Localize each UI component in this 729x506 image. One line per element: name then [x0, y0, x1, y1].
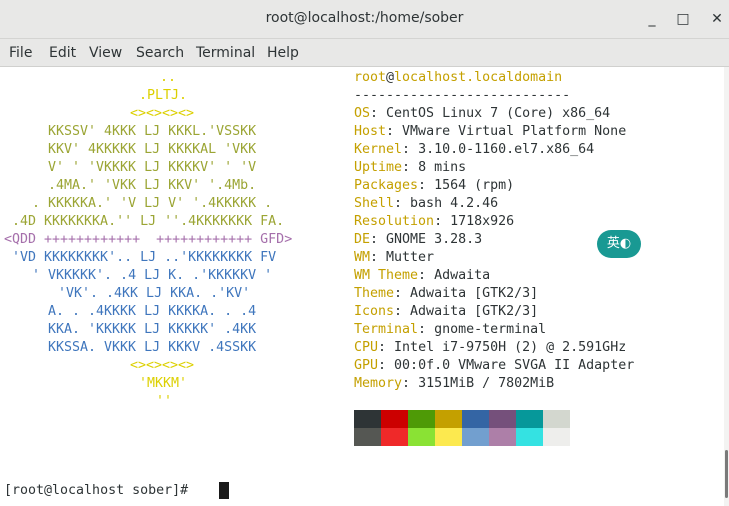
- palette-swatch: [489, 428, 516, 446]
- title-bar: root@localhost:/home/sober _ □ ✕: [0, 0, 729, 39]
- info-shell: Shell: bash 4.2.46: [354, 196, 499, 211]
- menu-search[interactable]: Search: [136, 45, 184, 61]
- logo-line: 'MKKM': [139, 376, 188, 391]
- info-gpu: GPU: 00:0f.0 VMware SVGA II Adapter: [354, 358, 635, 373]
- palette-swatch: [516, 428, 543, 446]
- logo-line: <><><><>: [130, 358, 195, 373]
- scrollbar[interactable]: [724, 67, 729, 506]
- shell-prompt: [root@localhost sober]#: [4, 483, 197, 498]
- palette-swatch: [354, 428, 381, 446]
- info-memory: Memory: 3151MiB / 7802MiB: [354, 376, 555, 391]
- info-wm: WM: Mutter: [354, 250, 435, 265]
- close-button[interactable]: ✕: [707, 9, 727, 29]
- logo-line: KKV' 4KKKKK LJ KKKKAL 'VKK: [48, 142, 257, 157]
- palette-swatch: [408, 428, 435, 446]
- logo-line: KKSSA. VKKK LJ KKKV .4SSKK: [48, 340, 257, 355]
- user-name: root: [354, 70, 387, 85]
- palette-swatch: [543, 428, 570, 446]
- info-packages: Packages: 1564 (rpm): [354, 178, 515, 193]
- logo-line: <QDD ++++++++++++ ++++++++++++ GFD>: [4, 232, 293, 247]
- info-icons: Icons: Adwaita [GTK2/3]: [354, 304, 539, 319]
- logo-line: . KKKKKA.' 'V LJ V' '.4KKKKK .: [32, 196, 273, 211]
- logo-line: ' VKKKKK'. .4 LJ K. .'KKKKKV ': [32, 268, 273, 283]
- logo-line: ..: [160, 70, 177, 85]
- palette-swatch: [381, 410, 408, 428]
- user-host-line: root@localhost.localdomain: [354, 69, 562, 87]
- palette-swatch: [462, 428, 489, 446]
- minimize-button[interactable]: _: [642, 9, 662, 29]
- menu-help[interactable]: Help: [267, 45, 299, 61]
- logo-line: V' ' 'VKKKK LJ KKKKV' ' 'V: [48, 160, 257, 175]
- info-terminal: Terminal: gnome-terminal: [354, 322, 547, 337]
- window-title: root@localhost:/home/sober: [265, 10, 464, 26]
- info-os: OS: CentOS Linux 7 (Core) x86_64: [354, 106, 611, 121]
- separator-line: ---------------------------: [354, 88, 571, 103]
- logo-line: 'VD KKKKKKKK'.. LJ ..'KKKKKKKK FV: [12, 250, 277, 265]
- maximize-button[interactable]: □: [673, 9, 693, 29]
- palette-swatch: [435, 410, 462, 428]
- menu-edit[interactable]: Edit: [49, 45, 76, 61]
- info-de: DE: GNOME 3.28.3: [354, 232, 483, 247]
- palette-swatch: [516, 410, 543, 428]
- info-host: Host: VMware Virtual Platform None: [354, 124, 627, 139]
- text-cursor: [219, 482, 229, 499]
- info-wm-theme: WM Theme: Adwaita: [354, 268, 491, 283]
- palette-swatch: [489, 410, 516, 428]
- palette-swatch: [435, 428, 462, 446]
- scrollbar-thumb[interactable]: [725, 450, 728, 498]
- menu-bar: File Edit View Search Terminal Help: [0, 39, 729, 67]
- host-name: localhost.localdomain: [394, 70, 563, 85]
- info-cpu: CPU: Intel i7-9750H (2) @ 2.591GHz: [354, 340, 627, 355]
- logo-line: KKSSV' 4KKK LJ KKKL.'VSSKK: [48, 124, 257, 139]
- logo-line: A. . .4KKKK LJ KKKKA. . .4: [48, 304, 257, 319]
- logo-line: .4D KKKKKKKA.'' LJ ''.4KKKKKKK FA.: [12, 214, 285, 229]
- info-kernel: Kernel: 3.10.0-1160.el7.x86_64: [354, 142, 595, 157]
- menu-terminal[interactable]: Terminal: [196, 45, 255, 61]
- palette-swatch: [354, 410, 381, 428]
- input-method-indicator[interactable]: 英◐: [597, 230, 641, 258]
- info-theme: Theme: Adwaita [GTK2/3]: [354, 286, 539, 301]
- at-sign: @: [386, 70, 395, 85]
- palette-swatch: [408, 410, 435, 428]
- logo-line: '': [156, 394, 173, 409]
- info-resolution: Resolution: 1718x926: [354, 214, 515, 229]
- palette-swatch: [543, 410, 570, 428]
- menu-file[interactable]: File: [9, 45, 32, 61]
- logo-line: KKA. 'KKKKK LJ KKKKK' .4KK: [48, 322, 257, 337]
- logo-line: 'VK'. .4KK LJ KKA. .'KV': [58, 286, 251, 301]
- info-uptime: Uptime: 8 mins: [354, 160, 467, 175]
- logo-line: <><><><>: [130, 106, 195, 121]
- logo-line: .PLTJ.: [139, 88, 188, 103]
- palette-swatch: [462, 410, 489, 428]
- logo-line: .4MA.' 'VKK LJ KKV' '.4Mb.: [48, 178, 257, 193]
- menu-view[interactable]: View: [89, 45, 122, 61]
- palette-swatch: [381, 428, 408, 446]
